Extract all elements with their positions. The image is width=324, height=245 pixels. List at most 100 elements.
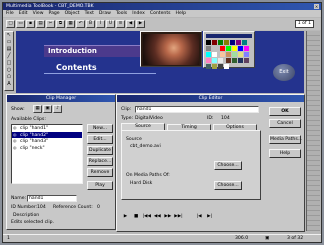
menu-object[interactable]: Object [65, 10, 80, 17]
description-text: Edits selected clip. [11, 220, 55, 225]
book-underline [44, 73, 156, 74]
menu-index[interactable]: Index [132, 10, 145, 17]
polygon-tool-icon[interactable]: ⬠ [5, 74, 13, 81]
media-paths-value: Hard Disk [130, 181, 153, 186]
show-label: Show: [11, 107, 25, 112]
media-paths-label: On Media Paths Of: [126, 173, 170, 178]
book-heading-bar: Introduction [44, 45, 152, 57]
menu-help[interactable]: Help [176, 10, 186, 17]
save-icon[interactable]: ▪ [26, 20, 35, 28]
name-label: Name: [11, 196, 27, 201]
book-icon: ▣ [265, 236, 270, 241]
set-end-icon[interactable]: ▶| [205, 214, 214, 220]
clips-list[interactable]: ◎ clip "hand1" ◎ clip "hand2" ◎ clip "hand3… [11, 124, 83, 184]
menu-bar: File Edit View Page Object Text Draw Too… [3, 10, 321, 17]
menu-view[interactable]: View [33, 10, 44, 17]
rewind-icon[interactable]: ◀◀ [153, 214, 162, 220]
stop-icon[interactable]: ■ [132, 214, 141, 220]
underline-icon[interactable]: U [106, 20, 115, 28]
rect-tool-icon[interactable]: □ [5, 60, 13, 67]
button-tool-icon[interactable]: ▭ [5, 39, 13, 46]
fast-forward-icon[interactable]: ▶▶ [163, 214, 172, 220]
source-value: cbt_demo.avi [130, 144, 161, 149]
exit-button[interactable]: Exit [273, 64, 295, 81]
video-preview [140, 31, 202, 67]
status-page: 3 of 32 [287, 236, 304, 241]
reference-count-label: Reference Count: [53, 205, 93, 210]
book-subheading: Contents [56, 63, 97, 72]
edit-clip-button[interactable]: Edit... [87, 135, 113, 144]
field-tool-icon[interactable]: ▤ [5, 46, 13, 53]
forward-to-end-icon[interactable]: ▶▶| [174, 214, 183, 220]
replace-clip-button[interactable]: Replace... [87, 157, 113, 166]
status-bar: 1 306.0 ▣ 3 of 32 [3, 234, 321, 242]
clip-editor-title: Clip Editor [198, 96, 223, 101]
video-frame-image [143, 34, 199, 65]
script-icon[interactable]: ≡ [116, 20, 125, 28]
help-button[interactable]: Help [269, 149, 301, 158]
duplicate-clip-button[interactable]: Duplicate [87, 146, 113, 155]
ellipse-tool-icon[interactable]: ○ [5, 67, 13, 74]
new-book-icon[interactable]: □ [6, 20, 15, 28]
clip-manager-dialog: Clip Manager Show: ▦ ▣ ♪ Available Clips… [6, 94, 116, 230]
rewind-to-start-icon[interactable]: |◀◀ [142, 214, 151, 220]
cancel-button[interactable]: Cancel [269, 119, 301, 128]
menu-contents[interactable]: Contents [150, 10, 171, 17]
set-start-icon[interactable]: |◀ [195, 214, 204, 220]
clip-name-field[interactable]: hand1 [135, 106, 259, 113]
italic-icon[interactable]: I [96, 20, 105, 28]
undo-icon[interactable]: ↶ [76, 20, 85, 28]
color-swatches[interactable] [206, 40, 252, 70]
clip-editor-dialog: Clip Editor Clip: hand1 Type: DigitalVid… [116, 94, 305, 232]
reference-count-value: 0 [97, 205, 100, 210]
source-label: Source [126, 137, 142, 142]
paste-icon[interactable]: ▦ [66, 20, 75, 28]
show-all-icon[interactable]: ▦ [33, 105, 42, 113]
play-clip-button[interactable]: Play [87, 181, 113, 190]
text-tool-icon[interactable]: A [5, 81, 13, 88]
bold-icon[interactable]: B [86, 20, 95, 28]
tab-panel: Source cbt_demo.avi Choose... On Media P… [121, 130, 261, 200]
right-scroll-strip[interactable] [306, 31, 320, 231]
new-clip-button[interactable]: New... [87, 124, 113, 133]
description-label: Description [13, 213, 40, 218]
choose-media-path-button[interactable]: Choose... [214, 181, 242, 190]
clip-editor-titlebar: Clip Editor [117, 95, 304, 102]
show-audio-icon[interactable]: ♪ [53, 105, 62, 113]
available-clips-label: Available Clips: [11, 117, 46, 122]
tool-palette: ↖ ▭ ▤ ╱ □ ○ ⬠ A [4, 31, 14, 91]
type-label: Type: [121, 116, 134, 121]
menu-edit[interactable]: Edit [19, 10, 28, 17]
open-icon[interactable]: ▭ [16, 20, 25, 28]
line-tool-icon[interactable]: ╱ [5, 53, 13, 60]
menu-page[interactable]: Page [49, 10, 60, 17]
choose-source-button[interactable]: Choose... [214, 161, 242, 170]
menu-text[interactable]: Text [85, 10, 94, 17]
media-paths-button[interactable]: Media Paths... [269, 135, 302, 144]
remove-clip-button[interactable]: Remove [87, 168, 113, 177]
copy-icon[interactable]: ⧉ [56, 20, 65, 28]
print-icon[interactable]: ▤ [36, 20, 45, 28]
window-close-icon[interactable]: × [314, 4, 319, 9]
name-field[interactable]: hand1 [27, 195, 77, 202]
clip-id-value: 104 [221, 116, 230, 121]
list-item[interactable]: ◎ clip "neck" [12, 145, 82, 152]
cut-icon[interactable]: ✂ [46, 20, 55, 28]
ok-button[interactable]: OK [269, 107, 301, 116]
menu-file[interactable]: File [6, 10, 14, 17]
clip-id-label: ID: [207, 116, 214, 121]
menu-draw[interactable]: Draw [99, 10, 111, 17]
page-indicator: 1 of 1 [294, 20, 314, 28]
play-icon[interactable]: ▶ [121, 214, 130, 220]
palette-titlebar [206, 34, 252, 38]
app-title: Multimedia ToolBook - CBT_DEMO.TBK [6, 4, 94, 9]
prev-page-icon[interactable]: ◀ [126, 20, 135, 28]
pointer-tool-icon[interactable]: ↖ [5, 32, 13, 39]
id-number-value: 104 [37, 205, 46, 210]
clip-manager-titlebar: Clip Manager [7, 95, 115, 102]
menu-tools[interactable]: Tools [116, 10, 127, 17]
id-number-label: ID Number: [11, 205, 38, 210]
show-video-icon[interactable]: ▣ [43, 105, 52, 113]
clip-label: Clip: [121, 107, 132, 112]
next-page-icon[interactable]: ▶ [136, 20, 145, 28]
